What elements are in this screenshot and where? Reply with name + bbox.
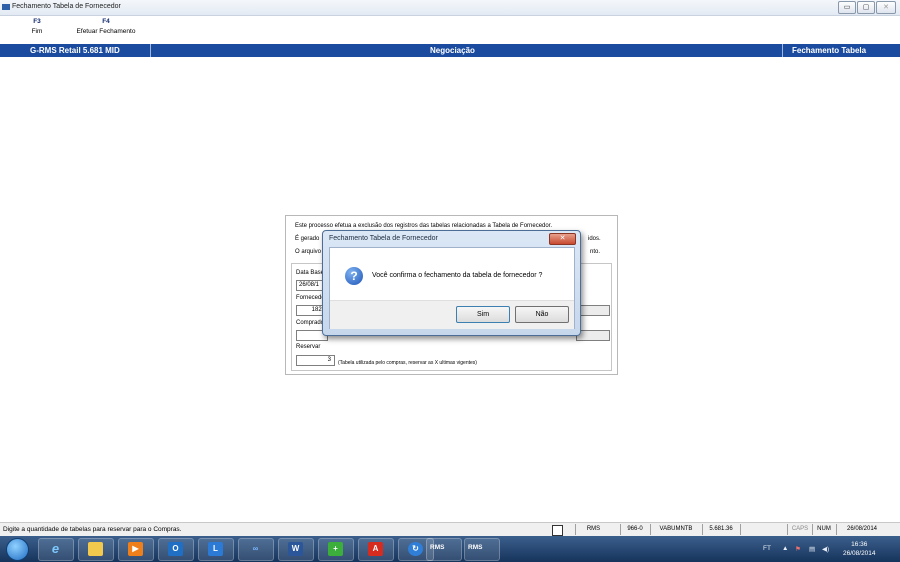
- rms-app-icon[interactable]: RMS: [426, 538, 462, 561]
- lync-glyph: L: [208, 542, 223, 556]
- f3-label: Fim: [31, 28, 43, 35]
- info-text-3-end: nto.: [590, 249, 601, 255]
- tray-arrow-icon[interactable]: ▲: [782, 545, 788, 552]
- outlook-glyph: O: [168, 542, 183, 556]
- lync-icon[interactable]: L: [198, 538, 234, 561]
- status-empty: [740, 524, 786, 535]
- status-code: 966-0: [620, 524, 649, 535]
- word-glyph: W: [288, 542, 303, 556]
- flag-icon[interactable]: ▤: [809, 545, 815, 553]
- status-message: Digite a quantidade de tabelas para rese…: [3, 526, 182, 533]
- dialog-body: ? Você confirma o fechamento da tabela d…: [329, 247, 575, 329]
- f4-efetuar-fechamento-button[interactable]: F4 Efetuar Fechamento: [70, 18, 142, 35]
- rms-label: RMS: [468, 544, 483, 551]
- media-player-icon[interactable]: ▶: [118, 538, 154, 561]
- header-divider: [150, 44, 151, 57]
- network-icon[interactable]: ⚑: [795, 545, 801, 553]
- no-button[interactable]: Não: [515, 306, 569, 323]
- reservar-hint: (Tabela utilizada pelo compras, reservar…: [338, 360, 477, 366]
- dialog-message: Você confirma o fechamento da tabela de …: [372, 272, 543, 279]
- clock-date: 26/08/2014: [843, 550, 876, 557]
- start-orb-icon[interactable]: [6, 538, 29, 561]
- restore-icon[interactable]: ▢: [857, 1, 875, 14]
- status-num: NUM: [812, 524, 835, 535]
- fornecedor-name-field: [576, 305, 610, 316]
- info-text-3-start: O arquivo: [295, 249, 322, 255]
- status-system: RMS: [575, 524, 611, 535]
- infinity-glyph: ∞: [252, 544, 259, 553]
- f3-key: F3: [33, 18, 41, 25]
- internet-explorer-icon[interactable]: e: [38, 538, 74, 561]
- data-base-value: 26/08/1: [299, 282, 320, 288]
- infinity-icon[interactable]: ∞: [238, 538, 274, 561]
- header-screen: Fechamento Tabela: [792, 46, 867, 55]
- folder-glyph: [88, 542, 103, 556]
- info-text-2-end: idos.: [588, 236, 601, 242]
- f4-key: F4: [102, 18, 110, 25]
- dialog-footer: Sim Não: [330, 300, 574, 329]
- dialog-close-button[interactable]: ✕: [549, 233, 576, 245]
- f3-fim-button[interactable]: F3 Fim: [27, 18, 47, 35]
- outlook-icon[interactable]: O: [158, 538, 194, 561]
- app-icon: [2, 4, 10, 10]
- clock-time: 16:36: [851, 541, 868, 548]
- remote-glyph: ↻: [408, 542, 423, 556]
- rms-app-icon[interactable]: RMS: [464, 538, 500, 561]
- installer-glyph: +: [328, 542, 343, 556]
- app-installer-icon[interactable]: +: [318, 538, 354, 561]
- minimize-icon[interactable]: ▭: [838, 1, 856, 14]
- comprador-name-field: [576, 330, 610, 341]
- status-date: 26/08/2014: [836, 524, 887, 535]
- reservar-field[interactable]: 3: [296, 355, 335, 366]
- file-explorer-icon[interactable]: [78, 538, 114, 561]
- header-module: Negociação: [430, 46, 475, 55]
- header-divider: [782, 44, 783, 57]
- volume-icon[interactable]: ◀): [822, 545, 829, 553]
- header-system: G-RMS Retail 5.681 MID: [30, 46, 120, 55]
- yes-button[interactable]: Sim: [456, 306, 510, 323]
- play-glyph: ▶: [128, 542, 143, 556]
- document-icon: [552, 525, 563, 536]
- clock[interactable]: 16:36 26/08/2014: [843, 540, 876, 558]
- title-bar: Fechamento Tabela de Fornecedor ▭ ▢ ✕: [0, 0, 900, 16]
- question-icon: ?: [345, 267, 363, 285]
- status-version: 5.681.36: [702, 524, 739, 535]
- reservar-value: 3: [327, 357, 331, 363]
- status-bar: Digite a quantidade de tabelas para rese…: [0, 522, 900, 537]
- confirm-dialog: Fechamento Tabela de Fornecedor ✕ ? Você…: [322, 230, 581, 336]
- data-base-label: Data Base: [296, 270, 325, 276]
- pdf-reader-icon[interactable]: A: [358, 538, 394, 561]
- module-header: G-RMS Retail 5.681 MID Negociação Fecham…: [0, 44, 900, 57]
- info-text-2-start: É gerado: [295, 236, 320, 242]
- info-text-1: Este processo efetua a exclusão dos regi…: [295, 223, 553, 229]
- word-icon[interactable]: W: [278, 538, 314, 561]
- language-indicator[interactable]: FT: [763, 545, 771, 552]
- close-icon[interactable]: ✕: [876, 1, 896, 14]
- rms-label: RMS: [430, 544, 445, 551]
- dialog-title: Fechamento Tabela de Fornecedor: [329, 235, 438, 242]
- status-caps: CAPS: [787, 524, 812, 535]
- status-program: VABUMNTB: [650, 524, 701, 535]
- window-title: Fechamento Tabela de Fornecedor: [12, 3, 121, 10]
- pdf-glyph: A: [368, 542, 383, 556]
- f4-label: Efetuar Fechamento: [76, 28, 136, 35]
- reservar-label: Reservar: [296, 344, 321, 350]
- ie-glyph: e: [51, 541, 60, 556]
